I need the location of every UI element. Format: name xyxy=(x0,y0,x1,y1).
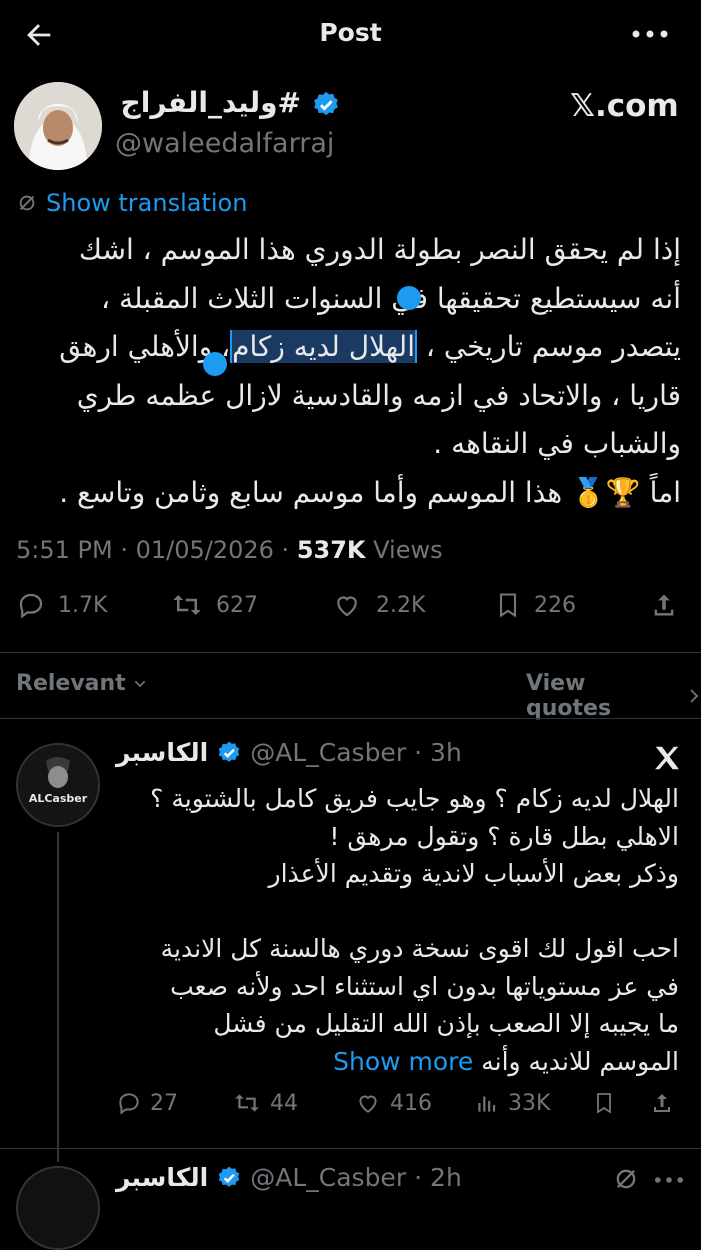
author-avatar[interactable] xyxy=(14,82,102,170)
post-line-1: إذا لم يحقق النصر بطولة الدوري هذا الموس… xyxy=(78,233,681,266)
author-handle[interactable]: @waleedalfarraj xyxy=(115,128,334,159)
post-line-5: والشباب في النقاهه . xyxy=(433,427,681,460)
verified-badge-icon xyxy=(311,90,341,120)
verified-badge-icon xyxy=(216,1165,242,1191)
reply-actions: 27 44 416 33K xyxy=(116,1090,686,1130)
share-icon xyxy=(650,1090,674,1116)
thread-line xyxy=(57,832,59,1162)
view-quotes-link[interactable]: View quotes xyxy=(526,671,701,721)
post-time: 5:51 PM xyxy=(16,536,113,564)
post-actions: 1.7K 627 2.2K 226 xyxy=(0,590,701,634)
like-button[interactable]: 2.2K xyxy=(330,590,425,620)
share-icon xyxy=(650,590,678,620)
reply-author-name[interactable]: الكاسبر xyxy=(116,738,208,767)
post-line-3a: يتصدر موسم تاريخي ، xyxy=(417,330,681,363)
post-date: 01/05/2026 xyxy=(135,536,274,564)
reply-author-handle[interactable]: @AL_Casber xyxy=(250,738,406,767)
reply-header: الكاسبر @AL_Casber · 2h xyxy=(116,1163,462,1192)
chevron-right-icon xyxy=(687,687,701,705)
x-logo-icon xyxy=(652,743,682,773)
reply-avatar[interactable]: ALCasber xyxy=(16,743,100,827)
post-line-4: قاريا ، والاتحاد في ازمه والقادسية لازال… xyxy=(76,378,681,412)
reply-avatar[interactable] xyxy=(16,1166,100,1250)
view-quotes-label: View quotes xyxy=(526,671,612,721)
reply-button[interactable]: 27 xyxy=(116,1090,178,1116)
heart-icon xyxy=(330,590,364,620)
selection-start-handle[interactable] xyxy=(397,286,421,310)
divider xyxy=(0,718,701,719)
reply-icon xyxy=(116,1090,142,1116)
more-options-icon[interactable] xyxy=(652,1172,686,1188)
reply-count: 27 xyxy=(150,1090,178,1116)
views-button[interactable]: 33K xyxy=(474,1090,550,1116)
show-translation-label: Show translation xyxy=(46,189,248,217)
separator-dot: · xyxy=(414,738,423,767)
separator-dot: · xyxy=(414,1163,423,1192)
like-count: 2.2K xyxy=(376,592,426,618)
repost-count: 627 xyxy=(216,592,258,618)
divider xyxy=(0,652,701,653)
like-button[interactable]: 416 xyxy=(354,1090,432,1116)
bookmark-icon xyxy=(494,590,522,620)
author-name[interactable]: #وليد_الفراج xyxy=(121,86,301,119)
reply-body: الهلال لديه زكام ؟ وهو جايب فريق كامل با… xyxy=(150,784,679,1076)
reply-author-handle[interactable]: @AL_Casber xyxy=(250,1163,406,1192)
bookmark-icon xyxy=(592,1090,616,1116)
sort-dropdown[interactable]: Relevant xyxy=(16,671,148,696)
reply-age: 3h xyxy=(430,738,462,767)
repost-icon xyxy=(170,590,204,620)
bookmark-count: 226 xyxy=(534,592,576,618)
reply-header: الكاسبر @AL_Casber · 3h xyxy=(116,738,462,767)
repost-button[interactable]: 44 xyxy=(232,1090,298,1116)
post-line-2: أنه سيستطيع تحقيقها في السنوات الثلاث ال… xyxy=(101,281,681,315)
repost-count: 44 xyxy=(270,1090,298,1116)
post-meta: 5:51 PM · 01/05/2026 · 537K Views xyxy=(16,536,443,564)
bookmark-button[interactable]: 226 xyxy=(494,590,576,620)
bookmark-button[interactable] xyxy=(592,1090,616,1116)
selected-text[interactable]: الهلال لديه زكام xyxy=(230,330,417,363)
share-button[interactable] xyxy=(650,1090,674,1116)
selection-end-handle[interactable] xyxy=(203,352,227,376)
views-count: 537K xyxy=(296,536,366,564)
post-text: إذا لم يحقق النصر بطولة الدوري هذا الموس… xyxy=(11,226,681,517)
reply-icon xyxy=(16,590,46,620)
reply-text: الهلال لديه زكام ؟ وهو جايب فريق كامل با… xyxy=(99,780,679,1080)
reply-count: 1.7K xyxy=(58,592,108,618)
show-more-link[interactable]: Show more xyxy=(333,1047,473,1076)
divider xyxy=(0,1148,701,1149)
avatar-logo-text: ALCasber xyxy=(29,792,88,805)
page-title: Post xyxy=(319,18,382,47)
views-label: Views xyxy=(373,536,443,564)
top-bar: Post xyxy=(0,0,701,70)
like-count: 416 xyxy=(390,1090,432,1116)
author-name-row: #وليد_الفراج xyxy=(115,86,345,126)
repost-icon xyxy=(232,1090,262,1116)
heart-icon xyxy=(354,1090,382,1116)
translate-icon[interactable] xyxy=(612,1165,640,1193)
repost-button[interactable]: 627 xyxy=(170,590,258,620)
more-options-icon[interactable] xyxy=(630,24,670,44)
chevron-down-icon xyxy=(132,676,148,692)
post-line-6: اماً 🏆🥇 هذا الموسم وأما موسم سابع وثامن … xyxy=(59,475,681,509)
brand-label: 𝕏.com xyxy=(570,88,679,124)
verified-badge-icon xyxy=(216,740,242,766)
translate-icon xyxy=(16,192,38,214)
share-button[interactable] xyxy=(650,590,678,620)
show-translation-button[interactable]: Show translation xyxy=(16,189,247,217)
reply-button[interactable]: 1.7K xyxy=(16,590,107,620)
reply-age: 2h xyxy=(430,1163,462,1192)
analytics-icon xyxy=(474,1090,500,1116)
reply-author-name[interactable]: الكاسبر xyxy=(116,1163,208,1192)
sort-label: Relevant xyxy=(16,671,126,696)
views-count: 33K xyxy=(508,1090,551,1116)
